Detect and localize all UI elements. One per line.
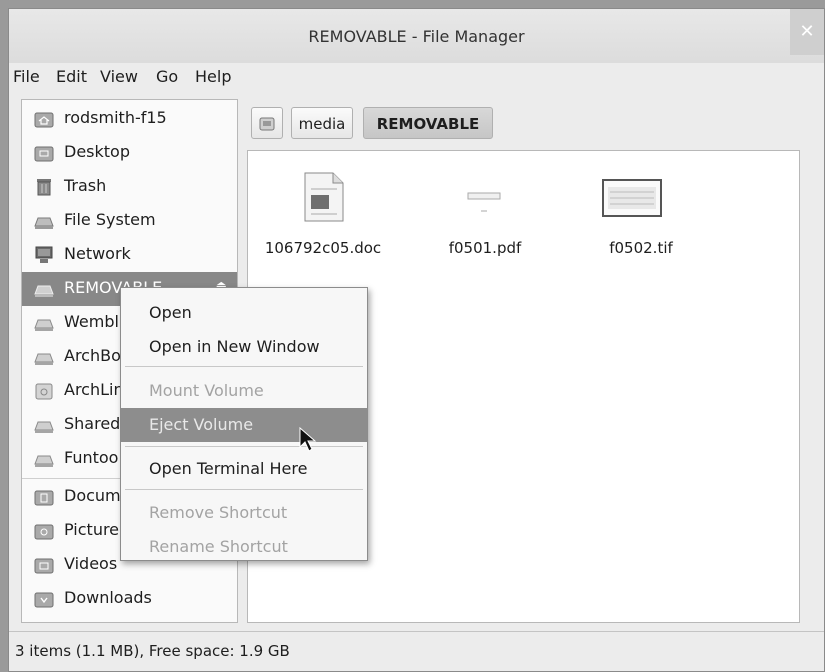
desktop-folder-icon <box>34 146 54 162</box>
menu-item-label: Open in New Window <box>149 337 320 356</box>
path-segment-media[interactable]: media <box>291 107 353 139</box>
drive-icon <box>259 117 275 131</box>
path-segment-removable[interactable]: REMOVABLE <box>363 107 493 139</box>
menu-item-rename-shortcut[interactable]: Rename Shortcut <box>121 530 367 564</box>
sidebar-item-label: Wembl <box>64 312 119 331</box>
downloads-folder-icon <box>34 592 54 608</box>
menu-file[interactable]: File <box>13 67 40 86</box>
mouse-pointer-icon <box>299 427 317 452</box>
status-text: 3 items (1.1 MB), Free space: 1.9 GB <box>15 642 290 660</box>
menu-item-open-new-window[interactable]: Open in New Window <box>121 330 367 364</box>
menu-item-mount-volume[interactable]: Mount Volume <box>121 374 367 408</box>
drive-icon <box>34 455 54 467</box>
sidebar-item-label: Trash <box>64 176 107 195</box>
sidebar-item-label: Funtoo <box>64 448 119 467</box>
drive-icon <box>34 353 54 365</box>
videos-folder-icon <box>34 558 54 574</box>
sidebar-item-label: Network <box>64 244 131 263</box>
image-file-icon <box>602 179 662 217</box>
close-icon: ✕ <box>799 21 815 42</box>
menu-bar: File Edit View Go Help <box>9 64 824 94</box>
menu-item-eject-volume[interactable]: Eject Volume <box>121 408 367 442</box>
menu-item-label: Open <box>149 303 192 322</box>
file-item[interactable]: f0501.pdf <box>410 151 560 271</box>
sidebar-item-label: Videos <box>64 554 118 573</box>
path-toggle-button[interactable] <box>251 107 283 139</box>
menu-item-open-terminal[interactable]: Open Terminal Here <box>121 452 367 486</box>
menu-item-label: Mount Volume <box>149 381 264 400</box>
sidebar-item-label: Picture <box>64 520 120 539</box>
sidebar-item-label: Downloads <box>64 588 152 607</box>
sidebar-item-trash[interactable]: Trash <box>22 170 237 204</box>
sidebar-item-downloads[interactable]: Downloads <box>22 582 237 616</box>
sidebar-item-label: ArchBo <box>64 346 121 365</box>
sidebar-item-label: rodsmith-f15 <box>64 108 167 127</box>
file-name: f0502.tif <box>609 239 673 257</box>
network-icon <box>35 246 53 263</box>
menu-item-label: Rename Shortcut <box>149 537 288 556</box>
documents-folder-icon <box>34 490 54 506</box>
sidebar-item-label: Shared <box>64 414 121 433</box>
context-menu: Open Open in New Window Mount Volume Eje… <box>120 287 368 561</box>
drive-icon <box>34 217 54 229</box>
menu-view[interactable]: View <box>100 67 138 86</box>
sidebar-item-label: Desktop <box>64 142 130 161</box>
home-folder-icon <box>34 112 54 128</box>
menu-help[interactable]: Help <box>195 67 231 86</box>
window-title: REMOVABLE - File Manager <box>308 27 525 46</box>
menu-separator <box>125 446 363 447</box>
file-item[interactable]: f0502.tif <box>566 151 716 271</box>
pdf-file-icon <box>467 192 501 212</box>
trash-icon <box>37 179 51 196</box>
sidebar-item-network[interactable]: Network <box>22 238 237 272</box>
drive-icon <box>34 285 54 297</box>
file-item[interactable]: 106792c05.doc <box>248 151 398 271</box>
document-file-icon <box>304 172 344 222</box>
menu-edit[interactable]: Edit <box>56 67 87 86</box>
title-bar[interactable]: REMOVABLE - File Manager ✕ <box>9 9 824 63</box>
sidebar-item-label: ArchLin <box>64 380 124 399</box>
close-button[interactable]: ✕ <box>790 9 824 55</box>
sidebar-item-desktop[interactable]: Desktop <box>22 136 237 170</box>
sidebar-item-label: File System <box>64 210 156 229</box>
menu-item-label: Open Terminal Here <box>149 459 308 478</box>
file-name: f0501.pdf <box>448 239 522 257</box>
menu-item-remove-shortcut[interactable]: Remove Shortcut <box>121 496 367 530</box>
pictures-folder-icon <box>34 524 54 540</box>
menu-item-open[interactable]: Open <box>121 296 367 330</box>
file-name: 106792c05.doc <box>264 239 382 257</box>
menu-item-label: Eject Volume <box>149 415 254 434</box>
menu-separator <box>125 366 363 367</box>
drive-icon <box>35 383 53 400</box>
drive-icon <box>34 319 54 331</box>
menu-item-label: Remove Shortcut <box>149 503 288 522</box>
sidebar-item-file-system[interactable]: File System <box>22 204 237 238</box>
menu-go[interactable]: Go <box>156 67 178 86</box>
drive-icon <box>34 421 54 433</box>
status-bar: 3 items (1.1 MB), Free space: 1.9 GB <box>9 631 824 671</box>
sidebar-item-home[interactable]: rodsmith-f15 <box>22 102 237 136</box>
menu-separator <box>125 489 363 490</box>
